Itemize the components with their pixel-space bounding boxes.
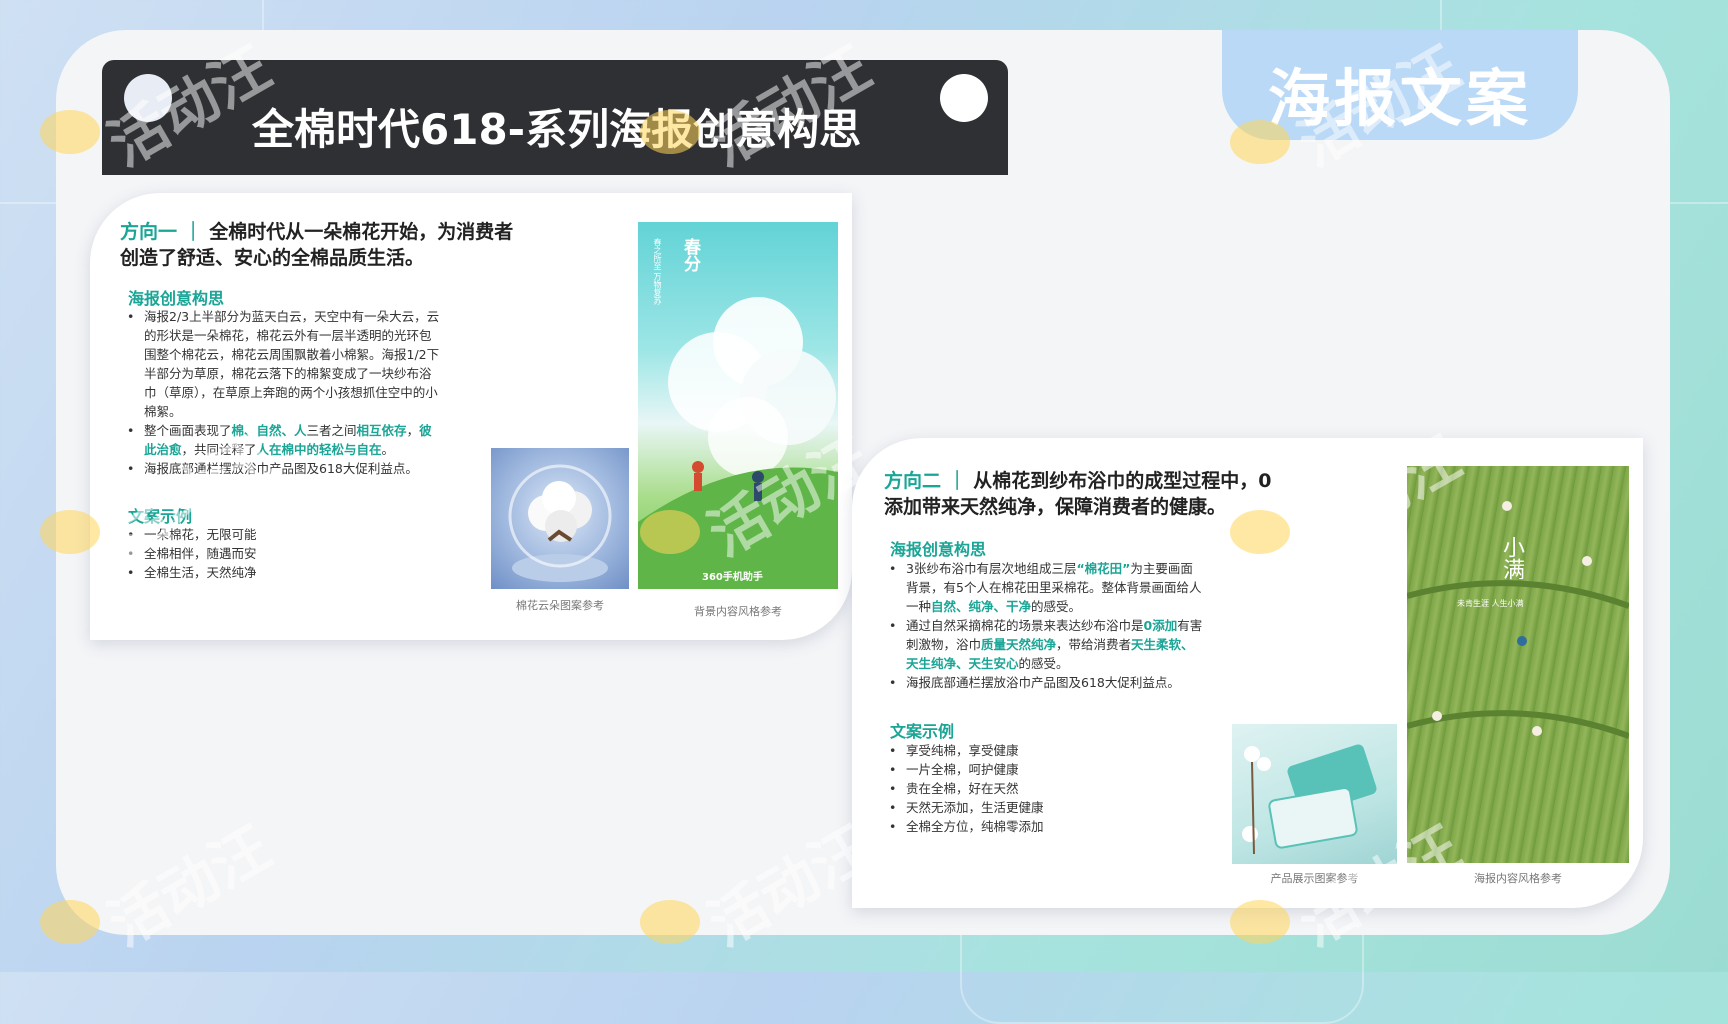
list-item: 全棉生活，天然纯净 — [124, 563, 424, 582]
cotton-cloud-reference-image — [491, 448, 629, 589]
spring-poster-title: 春分 — [680, 238, 700, 272]
xiaoman-poster-subtitle: 未肯生涯 人生小满 — [1457, 599, 1524, 608]
copy-list: 享受纯棉，享受健康 一片全棉，呵护健康 贵在全棉，好在天然 天然无添加，生活更健… — [886, 741, 1186, 836]
concept-title: 海报创意构思 — [890, 540, 987, 559]
watermark-logo-icon — [40, 510, 100, 554]
direction-two-heading: 方向二 ｜ 从棉花到纱布浴巾的成型过程中，0添加带来天然纯净，保障消费者的健康。 — [884, 468, 1284, 520]
list-item: 3张纱布浴巾有层次地组成三层“棉花田”为主要画面背景，有5个人在棉花田里采棉花。… — [886, 559, 1204, 616]
concept-list: 3张纱布浴巾有层次地组成三层“棉花田”为主要画面背景，有5个人在棉花田里采棉花。… — [886, 559, 1204, 692]
list-item: 全棉全方位，纯棉零添加 — [886, 817, 1186, 836]
watermark-logo-icon — [640, 900, 700, 944]
direction-one-label: 方向一 ｜ — [120, 221, 203, 243]
watermark-logo-icon — [40, 110, 100, 154]
xiaoman-poster-title: 小满 — [1499, 536, 1524, 580]
list-item: 一片全棉，呵护健康 — [886, 760, 1186, 779]
concept-title: 海报创意构思 — [128, 289, 225, 308]
xiaoman-poster-reference-image: 小满 未肯生涯 人生小满 — [1407, 466, 1629, 863]
list-item: 天然无添加，生活更健康 — [886, 798, 1186, 817]
direction-two-label: 方向二 ｜ — [884, 470, 967, 492]
watermark-logo-icon — [640, 510, 700, 554]
watermark-logo-icon — [640, 110, 700, 154]
watermark-logo-icon — [1230, 510, 1290, 554]
list-item: 海报2/3上半部分为蓝天白云，天空中有一朵大云，云的形状是一朵棉花，棉花云外有一… — [124, 307, 442, 421]
spring-poster-subtitle: 春之所至 万物复苏 — [653, 238, 662, 305]
direction-one-heading: 方向一 ｜ 全棉时代从一朵棉花开始，为消费者创造了舒适、安心的全棉品质生活。 — [120, 219, 520, 271]
direction-two-card: 方向二 ｜ 从棉花到纱布浴巾的成型过程中，0添加带来天然纯净，保障消费者的健康。… — [852, 438, 1643, 908]
list-item: 贵在全棉，好在天然 — [886, 779, 1186, 798]
caption-background-reference: 背景内容风格参考 — [694, 605, 782, 618]
list-item: 海报底部通栏摆放浴巾产品图及618大促利益点。 — [886, 673, 1204, 692]
title-dot-right — [940, 74, 988, 122]
list-item: 享受纯棉，享受健康 — [886, 741, 1186, 760]
copy-title: 文案示例 — [890, 722, 955, 741]
watermark-logo-icon — [1230, 120, 1290, 164]
caption-cotton-reference: 棉花云朵图案参考 — [516, 599, 604, 612]
direction-one-card: 方向一 ｜ 全棉时代从一朵棉花开始，为消费者创造了舒适、安心的全棉品质生活。 海… — [90, 193, 852, 640]
list-item: 通过自然采摘棉花的场景来表达纱布浴巾是0添加有害刺激物，浴巾质量天然纯净，带给消… — [886, 616, 1204, 673]
watermark-logo-icon — [1230, 900, 1290, 944]
watermark-logo-icon — [40, 900, 100, 944]
